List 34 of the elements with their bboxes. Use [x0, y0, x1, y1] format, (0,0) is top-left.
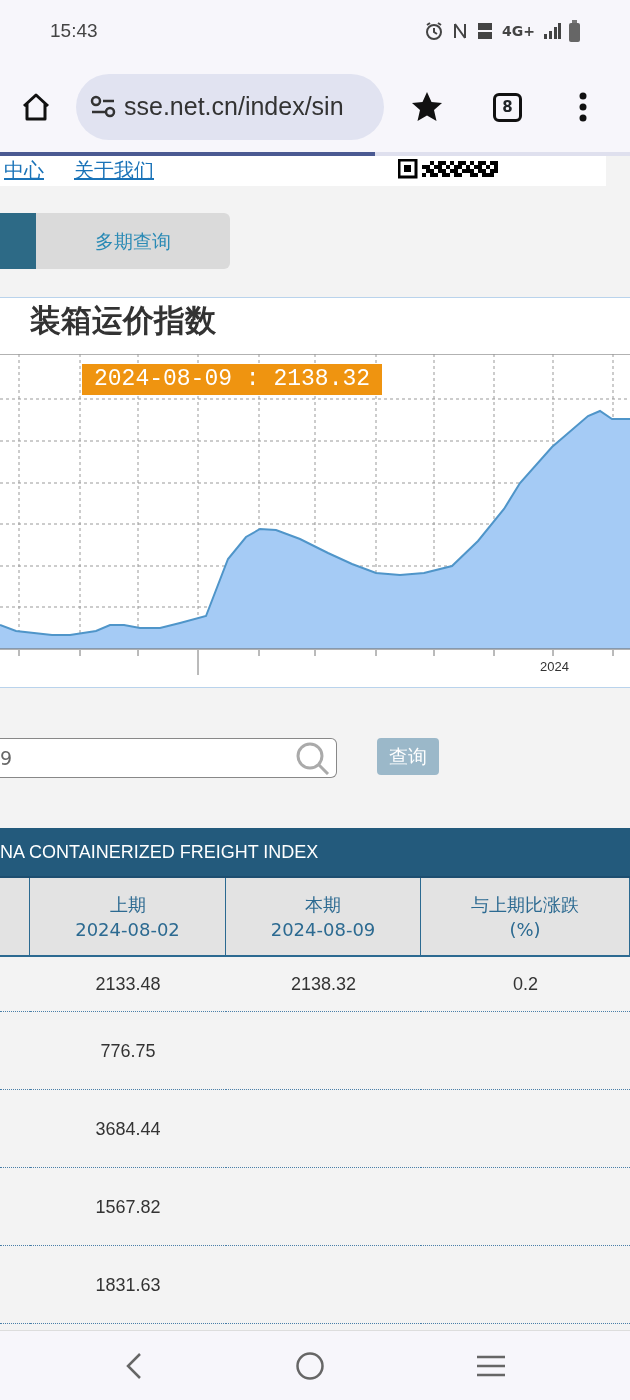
column-header: 本期 2024-08-09 — [226, 878, 421, 957]
chart-tooltip: 2024-08-09 : 2138.32 — [82, 364, 383, 395]
table-title: NA CONTAINERIZED FREIGHT INDEX — [0, 828, 630, 878]
table-cell: 776.75 — [30, 1012, 226, 1090]
column-header: 上期 2024-08-02 — [30, 878, 226, 957]
table-cell: 3684.44 — [30, 1090, 226, 1168]
search-icon — [295, 741, 331, 775]
table-cell: 0.2 — [421, 957, 630, 1012]
url-text: sse.net.cn/index/sin — [124, 91, 344, 123]
nfc-icon — [452, 21, 469, 41]
tab-count[interactable]: 8 — [493, 92, 522, 122]
recent-apps-icon[interactable] — [476, 1354, 507, 1377]
tab[interactable]: 多期查询 — [36, 213, 230, 269]
table-cell: 1831.63 — [30, 1246, 226, 1324]
column-header: 与上期比涨跌 (%) — [421, 878, 630, 957]
more-menu-icon[interactable] — [578, 92, 588, 122]
axis-label: 2024 — [540, 658, 569, 676]
table-cell: 1567.82 — [30, 1168, 226, 1246]
home-icon[interactable] — [20, 91, 52, 123]
table-cell: 2133.48 — [30, 957, 226, 1012]
date-field[interactable]: 9 — [0, 738, 337, 778]
nav-link[interactable]: 关于我们 — [74, 158, 154, 182]
alarm-icon — [424, 21, 445, 41]
signal-icon — [543, 21, 561, 41]
nav-link[interactable]: 中心 — [4, 158, 44, 182]
address-bar[interactable]: sse.net.cn/index/sin — [76, 74, 384, 140]
network-type: 4G+ — [502, 21, 535, 41]
volte-icon — [476, 21, 495, 41]
chart-title: 装箱运价指数 — [30, 301, 217, 340]
site-settings-icon — [90, 95, 116, 119]
home-button-icon[interactable] — [295, 1350, 325, 1381]
clock-time: 15:43 — [50, 18, 98, 43]
table-cell: 2138.32 — [226, 957, 421, 1012]
battery-icon — [569, 20, 580, 42]
